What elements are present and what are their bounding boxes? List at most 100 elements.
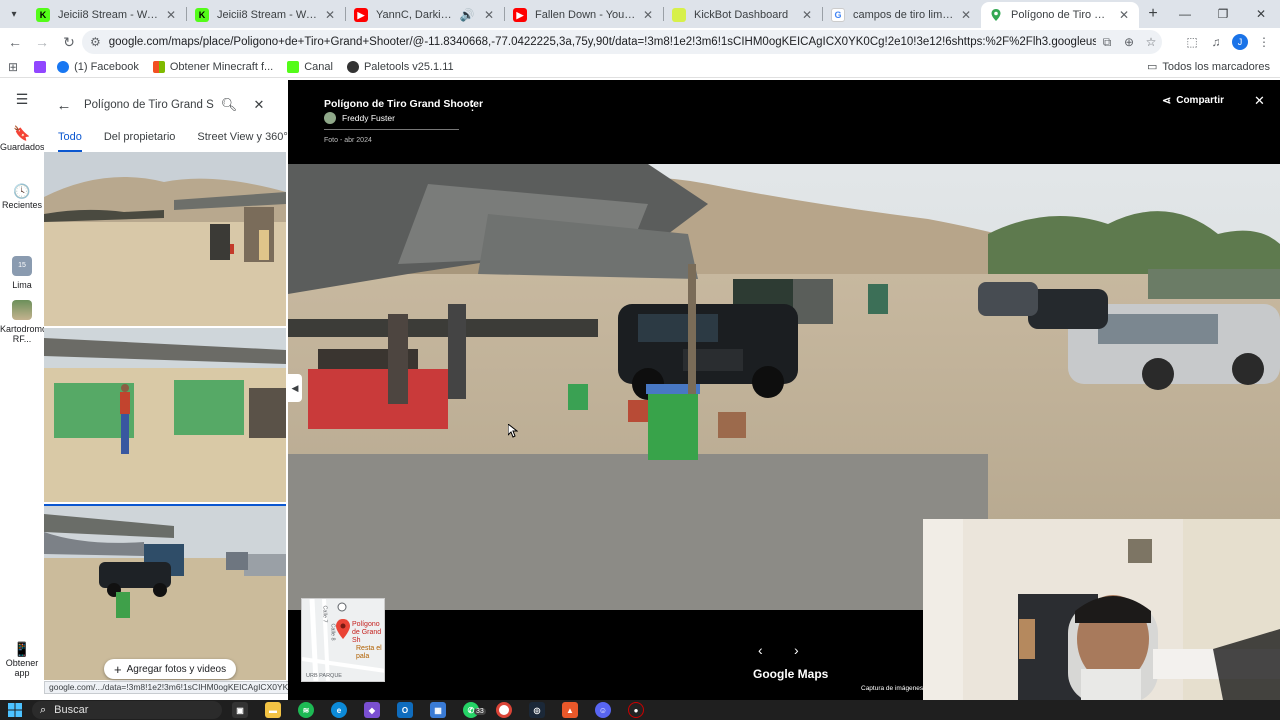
close-icon[interactable]: ✕ xyxy=(959,8,973,22)
outlook-icon[interactable]: O xyxy=(397,702,413,718)
edge-icon[interactable]: e xyxy=(331,702,347,718)
all-bookmarks-button[interactable]: ▭ Todos los marcadores xyxy=(1146,60,1270,74)
close-icon[interactable]: ✕ xyxy=(1117,8,1131,22)
bookmark-paletools[interactable]: Paletools v25.1.11 xyxy=(346,60,454,73)
folder-icon: ▭ xyxy=(1146,61,1158,73)
google-maps-logo: Google Maps xyxy=(753,667,829,681)
photo-thumbnail-1[interactable] xyxy=(44,152,286,326)
browser-tab-5[interactable]: KickBot Dashboard ✕ xyxy=(664,2,822,28)
address-bar[interactable]: ⚙ google.com/maps/place/Poligono+de+Tiro… xyxy=(82,30,1162,54)
app-orange-icon[interactable]: ▲ xyxy=(562,702,578,718)
site-info-icon[interactable]: ⚙ xyxy=(90,35,101,49)
close-icon[interactable]: ✕ xyxy=(641,8,655,22)
url-text[interactable]: google.com/maps/place/Poligono+de+Tiro+G… xyxy=(109,36,1096,48)
minimap-street-label: Calle 7 xyxy=(321,605,328,623)
collapse-panel-button[interactable]: ◀ xyxy=(288,374,302,402)
menu-kebab-icon[interactable]: ⋮ xyxy=(1252,35,1276,49)
author-name: Freddy Fuster xyxy=(342,113,395,123)
windows-start-icon[interactable] xyxy=(8,703,22,717)
reload-icon[interactable]: ↻ xyxy=(57,30,81,54)
minimap-nearby-label: Resta el pala xyxy=(356,645,382,660)
recent-place-kartodromo[interactable]: Kartodromo RF... xyxy=(0,300,48,344)
install-app-icon[interactable]: ⧉ xyxy=(1096,35,1118,50)
share-button[interactable]: ⋖ Compartir xyxy=(1162,93,1224,107)
photo-filter-tabs: Todo Del propietario Street View y 360° xyxy=(44,130,288,152)
close-icon[interactable]: ✕ xyxy=(800,8,814,22)
bookmark-canal[interactable]: Canal xyxy=(287,60,333,73)
close-icon[interactable]: ✕ xyxy=(482,8,496,22)
taskbar-search-label: Buscar xyxy=(54,704,89,716)
more-options-icon[interactable]: ⋮ xyxy=(466,98,479,114)
phone-icon: 📱 xyxy=(13,641,31,657)
search-input[interactable] xyxy=(84,99,214,111)
zoom-icon[interactable]: ⊕ xyxy=(1118,35,1140,49)
new-tab-button[interactable]: + xyxy=(1139,0,1167,28)
search-icon[interactable]: 🔍︎ xyxy=(214,97,244,113)
bookmark-label: Paletools v25.1.11 xyxy=(363,60,454,73)
close-icon[interactable]: ✕ xyxy=(244,97,274,113)
close-icon[interactable]: ✕ xyxy=(164,8,178,22)
bookmark-facebook[interactable]: (1) Facebook xyxy=(57,60,139,73)
store-icon[interactable]: ▦ xyxy=(430,702,446,718)
browser-tab-6[interactable]: G campos de tiro lima - Buscar co ✕ xyxy=(823,2,981,28)
browser-tab-1[interactable]: K Jeicii8 Stream - Watch Live on K ✕ xyxy=(28,2,186,28)
copilot-icon[interactable]: ◆ xyxy=(364,702,380,718)
lima-label: Lima xyxy=(12,280,32,290)
taskbar-search[interactable]: ⌕ Buscar xyxy=(32,701,222,719)
obs-icon[interactable]: ● xyxy=(628,702,644,718)
speaker-icon[interactable]: 🔊 xyxy=(456,8,478,22)
get-app-button[interactable]: 📱 Obtener app xyxy=(0,641,44,678)
browser-tab-4[interactable]: ▶ Fallen Down - YouTube ✕ xyxy=(505,2,663,28)
facebook-icon xyxy=(57,60,70,73)
microsoft-icon xyxy=(152,60,165,73)
webcam-overlay xyxy=(923,519,1280,700)
next-photo-icon[interactable]: › xyxy=(794,642,799,658)
close-icon[interactable]: ✕ xyxy=(1254,93,1265,109)
tab-search-menu-icon[interactable]: ▾ xyxy=(0,0,28,28)
steam-icon[interactable]: ◎ xyxy=(529,702,545,718)
author-row[interactable]: Freddy Fuster xyxy=(324,111,395,125)
window-controls: — ❐ ✕ xyxy=(1166,0,1280,28)
bookmark-twitch[interactable] xyxy=(34,60,51,73)
close-icon[interactable]: ✕ xyxy=(323,8,337,22)
recent-button[interactable]: 🕓 Recientes xyxy=(0,184,44,210)
tab-label: Jeicii8 Stream - Watch Live on K xyxy=(58,9,160,21)
bookmark-minecraft[interactable]: Obtener Minecraft f... xyxy=(152,60,273,73)
kartodromo-label: Kartodromo RF... xyxy=(0,324,48,344)
media-control-icon[interactable]: ♫ xyxy=(1204,35,1228,49)
hamburger-menu-icon[interactable]: ☰ xyxy=(0,92,44,108)
mini-map[interactable]: Polígono de Grand Sh Resta el pala Calle… xyxy=(301,598,385,682)
file-explorer-icon[interactable]: ▬ xyxy=(265,702,281,718)
kick-icon: K xyxy=(36,8,50,22)
restore-icon[interactable]: ❐ xyxy=(1204,0,1242,28)
back-arrow-icon[interactable]: ← xyxy=(3,30,27,54)
kickbot-icon xyxy=(672,8,686,22)
extensions-icon[interactable]: ⬚ xyxy=(1180,35,1204,49)
bookmark-star-icon[interactable]: ☆ xyxy=(1140,35,1162,49)
chrome-icon[interactable] xyxy=(496,702,512,718)
saved-label: Guardados xyxy=(0,142,45,152)
browser-tab-3[interactable]: ▶ YannC, Darkiel, Myke Towe 🔊 ✕ xyxy=(346,2,504,28)
tab-owner[interactable]: Del propietario xyxy=(90,130,184,152)
saved-button[interactable]: 🔖 Guardados xyxy=(0,126,45,152)
close-window-icon[interactable]: ✕ xyxy=(1242,0,1280,28)
add-photos-button[interactable]: + Agregar fotos y videos xyxy=(104,659,237,679)
browser-tab-2[interactable]: K Jeicii8 Stream - Watch Live on K ✕ xyxy=(187,2,345,28)
tab-street-view[interactable]: Street View y 360° xyxy=(183,130,295,152)
recent-place-lima[interactable]: 15 Lima xyxy=(0,256,44,290)
spotify-icon[interactable]: ≋ xyxy=(298,702,314,718)
photo-thumbnail-2[interactable] xyxy=(44,328,286,502)
place-title[interactable]: Polígono de Tiro Grand Shooter xyxy=(324,98,483,110)
minimize-icon[interactable]: — xyxy=(1166,0,1204,28)
previous-photo-icon[interactable]: ‹ xyxy=(758,642,763,658)
profile-avatar[interactable]: J xyxy=(1232,34,1248,50)
task-view-icon[interactable]: ▣ xyxy=(232,702,248,718)
tab-all[interactable]: Todo xyxy=(44,130,90,152)
discord-icon[interactable]: ☺ xyxy=(595,702,611,718)
forward-arrow-icon[interactable]: → xyxy=(30,30,54,54)
browser-tab-active[interactable]: Polígono de Tiro Grand Shoote ✕ xyxy=(981,2,1139,28)
minimap-place-label: Polígono de Grand Sh xyxy=(352,621,382,644)
apps-grid-icon[interactable]: ⊞ xyxy=(8,60,18,74)
photo-thumbnail-3-selected[interactable] xyxy=(44,504,286,680)
back-arrow-icon[interactable]: ← xyxy=(44,97,84,114)
